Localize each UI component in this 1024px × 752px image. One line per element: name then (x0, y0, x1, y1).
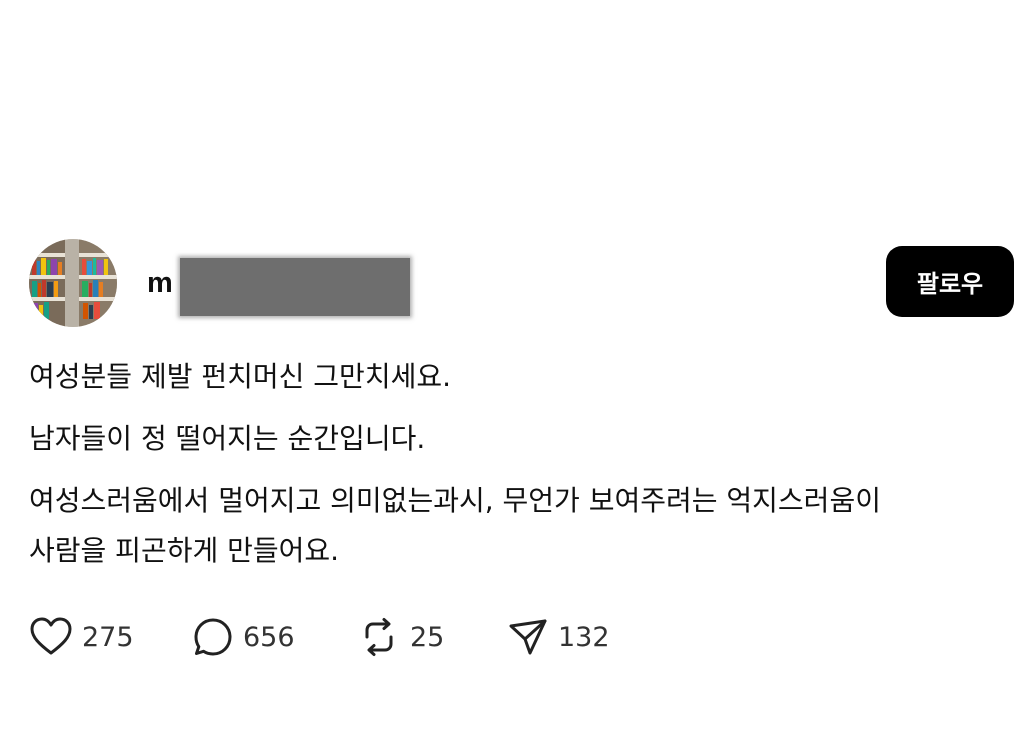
like-count: 275 (82, 621, 134, 653)
share-button[interactable]: 132 (508, 617, 610, 657)
post-card: m 팔로우 여성분들 제발 펀치머신 그만치세요. 남자들이 정 떨어지는 순간… (0, 0, 1024, 752)
send-icon (509, 619, 547, 655)
post-line: 사람을 피곤하게 만들어요. (29, 534, 340, 567)
repost-count: 25 (410, 621, 445, 653)
reply-count: 656 (243, 621, 295, 653)
post-body: 여성분들 제발 펀치머신 그만치세요. 남자들이 정 떨어지는 순간입니다. 여… (29, 352, 999, 576)
username[interactable]: m (147, 266, 173, 300)
repost-button[interactable]: 25 (358, 616, 508, 658)
follow-button[interactable]: 팔로우 (886, 246, 1014, 317)
reply-button[interactable]: 656 (193, 617, 358, 657)
repost-icon (365, 618, 393, 656)
post-line: 여성스러움에서 멀어지고 의미없는과시, 무언가 보여주려는 억지스러움이 (29, 484, 881, 517)
share-count: 132 (558, 621, 610, 653)
bookshelf-photo (29, 239, 117, 327)
like-button[interactable]: 275 (30, 617, 193, 657)
avatar[interactable] (29, 239, 117, 327)
post-paragraph: 여성스러움에서 멀어지고 의미없는과시, 무언가 보여주려는 억지스러움이사람을… (29, 476, 999, 576)
speech-bubble-icon (194, 618, 232, 656)
heart-icon (30, 617, 72, 655)
action-bar: 275 656 25 132 (30, 614, 610, 660)
post-paragraph: 남자들이 정 떨어지는 순간입니다. (29, 422, 426, 455)
redaction-overlay (180, 258, 410, 316)
post-paragraph: 여성분들 제발 펀치머신 그만치세요. (29, 360, 452, 393)
